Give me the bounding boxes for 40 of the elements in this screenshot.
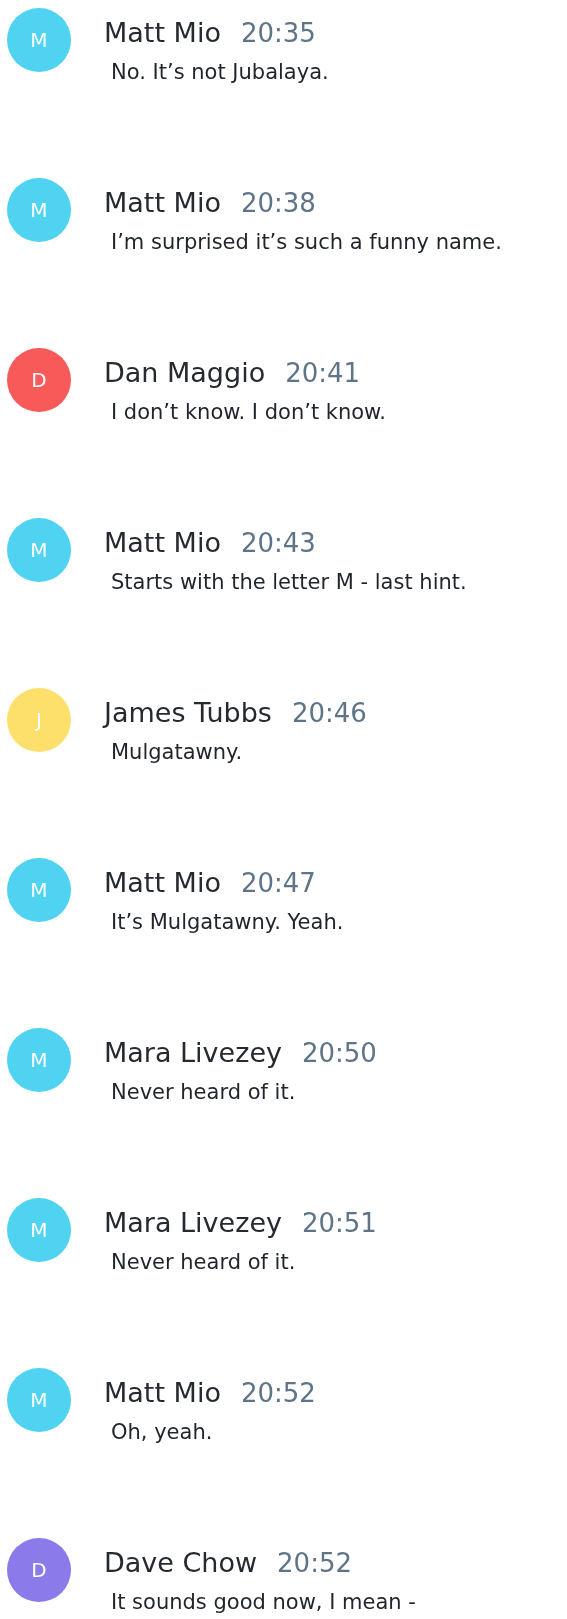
message-text: No. It’s not Jubalaya. — [111, 60, 329, 84]
message-time: 20:52 — [240, 1378, 316, 1408]
sender-name: Matt Mio — [104, 187, 221, 218]
avatar: M — [7, 518, 71, 582]
message-text: It’s Mulgatawny. Yeah. — [111, 910, 344, 934]
message-text: Starts with the letter M - last hint. — [111, 570, 467, 594]
message-time: 20:51 — [301, 1208, 377, 1238]
message-text: I’m surprised it’s such a funny name. — [111, 230, 502, 254]
sender-name: Dave Chow — [104, 1547, 258, 1578]
avatar: M — [7, 858, 71, 922]
avatar: D — [7, 1538, 71, 1602]
sender-name: Matt Mio — [104, 1377, 221, 1408]
message-text: It sounds good now, I mean - — [111, 1590, 416, 1614]
message-time: 20:41 — [285, 358, 361, 388]
message-time: 20:52 — [277, 1548, 352, 1578]
message-text: Never heard of it. — [111, 1250, 297, 1274]
message-text: Mulgatawny. — [111, 740, 244, 764]
message-time: 20:46 — [291, 698, 367, 728]
message-time: 20:50 — [301, 1038, 377, 1068]
sender-name: James Tubbs — [104, 697, 272, 728]
message-time: 20:47 — [240, 868, 316, 898]
sender-name: Mara Livezey — [104, 1207, 282, 1238]
avatar: J — [7, 688, 71, 752]
sender-name: Mara Livezey — [104, 1037, 282, 1068]
avatar: M — [7, 178, 71, 242]
message-time: 20:35 — [240, 18, 316, 48]
sender-name: Dan Maggio — [104, 357, 266, 388]
avatar: D — [7, 348, 71, 412]
message-text: Never heard of it. — [111, 1080, 297, 1104]
message-time: 20:43 — [240, 528, 316, 558]
sender-name: Matt Mio — [104, 527, 221, 558]
message-time: 20:38 — [240, 188, 316, 218]
avatar: M — [7, 1028, 71, 1092]
avatar: M — [7, 8, 71, 72]
avatar: M — [7, 1368, 71, 1432]
message-text: I don’t know. I don’t know. — [111, 400, 387, 424]
avatar: M — [7, 1198, 71, 1262]
message-text: Oh, yeah. — [111, 1420, 214, 1444]
sender-name: Matt Mio — [104, 867, 221, 898]
sender-name: Matt Mio — [104, 17, 221, 48]
